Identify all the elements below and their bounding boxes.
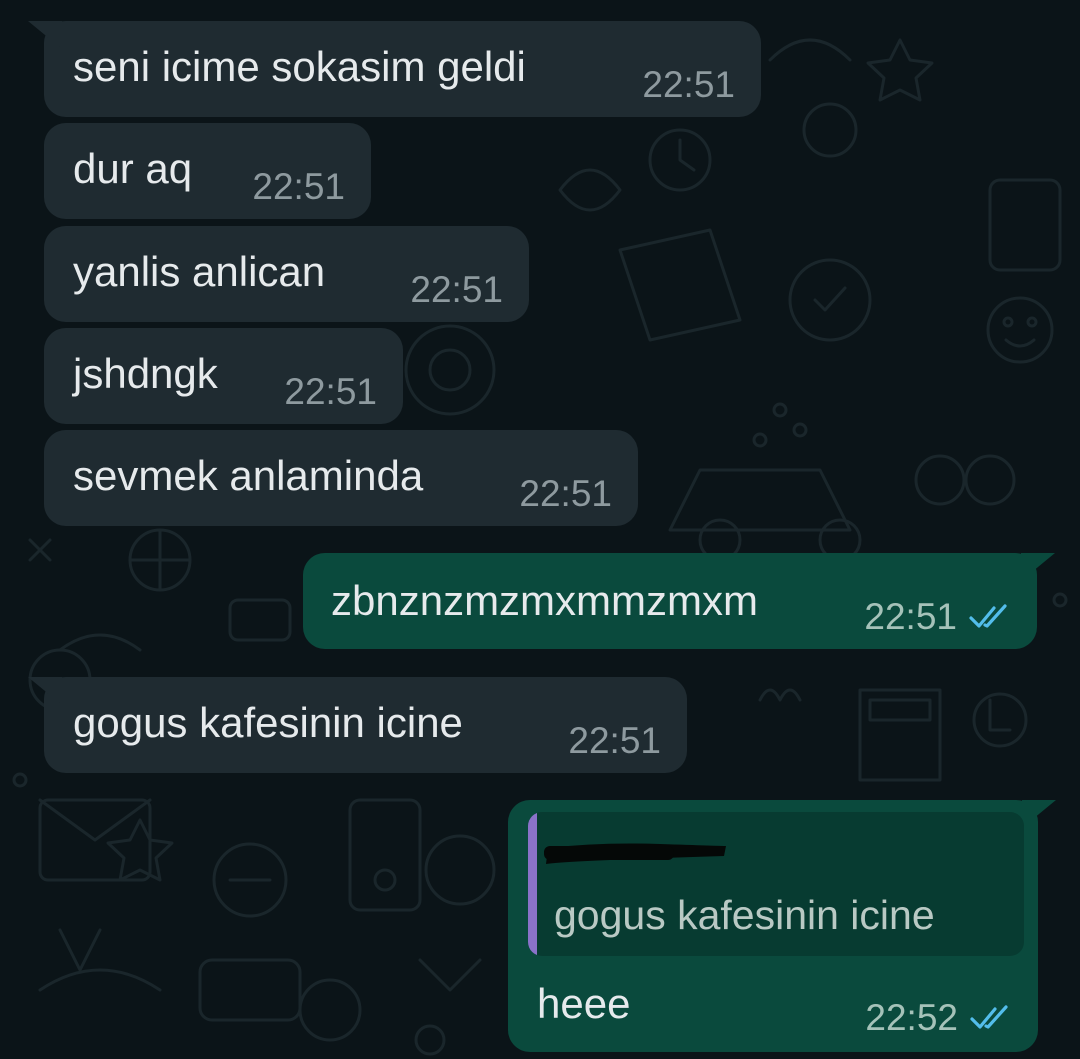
message-text: seni icime sokasim geldi bbox=[73, 43, 526, 90]
bubble-tail bbox=[28, 677, 62, 705]
message-meta: 22:51 bbox=[642, 65, 735, 105]
outgoing-reply-message[interactable]: gogus kafesinin icine heee 22:52 bbox=[508, 800, 1056, 1052]
message-text: dur aq bbox=[73, 145, 193, 192]
message-text: zbnznzmzmxmmzmxm bbox=[331, 577, 758, 624]
message-meta: 22:51 bbox=[568, 721, 661, 761]
quote-accent-bar bbox=[528, 812, 537, 956]
incoming-message[interactable]: sevmek anlaminda 22:51 bbox=[44, 430, 638, 526]
message-time: 22:51 bbox=[864, 596, 957, 637]
message-meta: 22:51 bbox=[284, 372, 377, 412]
chat-thread: seni icime sokasim geldi 22:51 dur aq 22… bbox=[0, 0, 1080, 1059]
message-time: 22:51 bbox=[252, 166, 345, 207]
message-meta: 22:51 bbox=[410, 270, 503, 310]
message-time: 22:51 bbox=[568, 720, 661, 761]
incoming-message[interactable]: yanlis anlican 22:51 bbox=[44, 226, 529, 322]
bubble-tail bbox=[1021, 553, 1055, 581]
message-text: jshdngk bbox=[73, 350, 218, 397]
message-time: 22:51 bbox=[284, 371, 377, 412]
double-check-icon bbox=[969, 604, 1007, 628]
message-text: heee bbox=[537, 980, 631, 1027]
bubble-tail bbox=[28, 21, 62, 49]
incoming-message[interactable]: gogus kafesinin icine 22:51 bbox=[28, 677, 687, 773]
message-time: 22:52 bbox=[865, 997, 958, 1038]
message-meta: 22:51 bbox=[864, 597, 1013, 637]
message-time: 22:51 bbox=[642, 64, 735, 105]
incoming-message[interactable]: dur aq 22:51 bbox=[44, 123, 371, 219]
message-meta: 22:51 bbox=[519, 474, 612, 514]
message-meta: 22:51 bbox=[252, 167, 345, 207]
message-time: 22:51 bbox=[519, 473, 612, 514]
incoming-message[interactable]: jshdngk 22:51 bbox=[44, 328, 403, 424]
message-text: yanlis anlican bbox=[73, 248, 326, 295]
outgoing-message[interactable]: zbnznzmzmxmmzmxm 22:51 bbox=[303, 553, 1055, 649]
double-check-icon bbox=[970, 1005, 1008, 1029]
message-text: gogus kafesinin icine bbox=[73, 699, 463, 746]
message-text: sevmek anlaminda bbox=[73, 452, 424, 499]
message-meta: 22:52 bbox=[865, 998, 1014, 1038]
message-time: 22:51 bbox=[410, 269, 503, 310]
incoming-message[interactable]: seni icime sokasim geldi 22:51 bbox=[28, 21, 761, 117]
quoted-text: gogus kafesinin icine bbox=[554, 892, 935, 938]
quoted-message[interactable]: gogus kafesinin icine bbox=[528, 812, 1024, 956]
bubble-tail bbox=[1022, 800, 1056, 828]
redacted-author-name bbox=[544, 843, 726, 864]
